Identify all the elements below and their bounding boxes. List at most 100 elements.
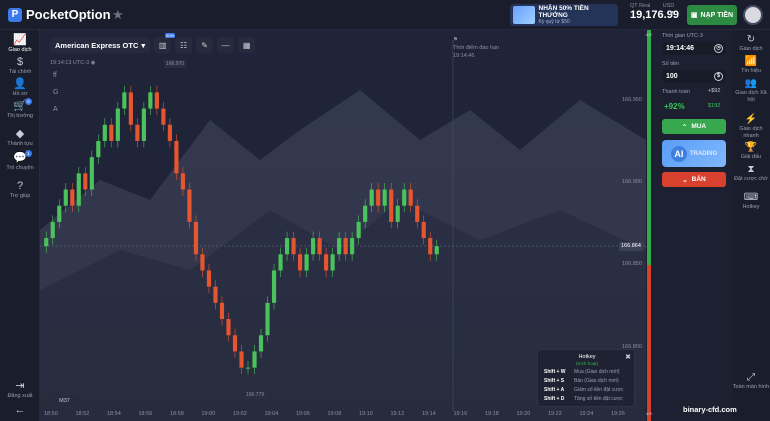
left-sidebar: 📈 Giao dịch $ Tài chính 👤 Hồ sơ 🛒 6 Thị … <box>0 30 40 421</box>
amount-value: 100 <box>666 73 678 80</box>
side-tool-g[interactable]: G <box>53 89 58 106</box>
hotkey-subtitle: (Kích hoạt) <box>575 361 598 366</box>
payout-delta: +$92 <box>708 88 721 94</box>
candle-body <box>369 189 374 206</box>
chart-type-button[interactable]: ▥ 50% <box>154 33 176 53</box>
time-tick: 19:12 <box>390 411 405 417</box>
candle-body <box>337 238 342 255</box>
candle-body <box>167 124 172 141</box>
help-icon: ? <box>16 180 24 192</box>
rnav-item-fast[interactable]: ⚡ Giao dịch nhanh <box>732 114 770 139</box>
social-icon: 👥 <box>744 78 758 89</box>
user-icon: 👤 <box>13 78 27 90</box>
nav-item-achievements[interactable]: ◆ Thành tựu <box>0 128 40 147</box>
nav-label: Đăng xuất <box>7 393 33 399</box>
time-tick: 19:00 <box>201 411 216 417</box>
amount-label: Số tiền <box>662 61 680 67</box>
candle-body <box>76 173 81 206</box>
ai-trading-button[interactable]: AI TRADING <box>662 140 726 167</box>
candle-body <box>44 238 49 247</box>
nav-label: Thị trường <box>7 113 33 119</box>
deposit-button[interactable]: ▣ NẠP TIỀN <box>687 5 737 25</box>
drawing-button[interactable]: ✎ <box>196 37 214 53</box>
candle-body <box>141 108 146 141</box>
candle-body <box>193 221 199 255</box>
candle-body <box>63 189 68 206</box>
candle-body <box>239 351 244 368</box>
chart-area[interactable]: American Express OTC ▾ ▥ 50% ☷ ✎ — ▦ 19:… <box>40 30 646 421</box>
time-tick: 19:04 <box>264 411 279 417</box>
nav-label: Thành tựu <box>7 141 33 147</box>
rnav-item-social[interactable]: 👥 Giao dịch Xã hội <box>732 78 770 103</box>
promo-banner[interactable]: NHẬN 50% TIỀN THƯỞNG Kỳ quỹ từ $50 <box>510 4 618 26</box>
hotkey-key: Shift + W <box>544 369 566 375</box>
candle-body <box>102 124 107 141</box>
arrow-down-icon: ⌄ <box>682 176 688 184</box>
rnav-label: Giải đấu <box>740 154 762 160</box>
close-icon[interactable]: ✖ <box>625 353 631 361</box>
logo-icon: P <box>8 7 22 22</box>
favorite-star-icon[interactable]: ★ <box>112 7 124 23</box>
time-tick: 19:10 <box>359 411 373 417</box>
amount-input[interactable]: 100 $ <box>662 70 726 83</box>
time-label: Thời gian UTC-3 <box>662 33 703 39</box>
asset-select[interactable]: American Express OTC ▾ <box>50 37 151 53</box>
nav-item-profile[interactable]: 👤 Hồ sơ <box>0 78 40 97</box>
timeframe-select[interactable]: M37 <box>52 396 77 406</box>
candle-body <box>213 286 218 303</box>
ai-label: AI <box>670 145 687 162</box>
hotkey-panel: Hotkey (Kích hoạt) ✖ Shift + W Mua (Giao … <box>537 349 635 407</box>
nav-item-help[interactable]: ? Trợ giúp <box>0 180 40 199</box>
candle-body <box>232 335 238 352</box>
dollar-icon: $ <box>714 72 723 81</box>
sell-button[interactable]: ⌄ BÁN <box>662 172 726 187</box>
candle-body <box>206 270 212 287</box>
fast-icon: ⚡ <box>744 114 758 125</box>
grid-icon: ▦ <box>242 40 251 50</box>
side-tool-a[interactable]: A <box>53 106 58 123</box>
promo-image-icon <box>513 6 535 24</box>
time-input[interactable]: 19:14:46 ◷ <box>662 42 726 55</box>
candle-body <box>330 254 335 271</box>
logout-button[interactable]: ⇥ Đăng xuất <box>0 380 40 399</box>
rnav-item-signals[interactable]: 📶 Tín hiệu <box>732 56 770 75</box>
sliders-icon: ☷ <box>180 40 188 50</box>
chevron-down-icon: ▾ <box>141 40 146 50</box>
layout-button[interactable]: ▦ <box>238 37 256 53</box>
nav-item-trade[interactable]: 📈 Giao dịch <box>0 34 40 53</box>
rnav-label: Tín hiệu <box>741 68 761 74</box>
rnav-item-tournaments[interactable]: 🏆 Giải đấu <box>732 142 770 161</box>
candle-body <box>180 173 186 190</box>
candle-body <box>135 124 140 141</box>
flag-icon: ⚑ <box>453 37 458 43</box>
chat-badge: 1 <box>25 150 32 157</box>
nav-item-finance[interactable]: $ Tài chính <box>0 56 40 75</box>
rnav-item-trades[interactable]: ↻ Giao dịch <box>732 34 770 53</box>
line-button[interactable]: — <box>217 37 235 53</box>
eye-icon[interactable]: ◉ <box>91 60 96 66</box>
rnav-item-pending[interactable]: ⧗ Đặt cược chờ <box>732 164 770 183</box>
candle-body <box>408 189 413 206</box>
history-icon: ↻ <box>746 34 756 45</box>
time-tick: 19:20 <box>516 411 531 417</box>
rnav-item-hotkey[interactable]: ⌨ Hotkey <box>732 192 770 211</box>
trade-panel: Thời gian UTC-3 19:14:46 ◷ Số tiền 100 $… <box>652 30 732 421</box>
candle-body <box>389 189 394 222</box>
hourglass-icon: ⧗ <box>747 164 755 175</box>
collapse-button[interactable]: ← <box>0 404 40 416</box>
chart-line-icon: 📈 <box>13 34 27 46</box>
nav-item-chat[interactable]: 💬 1 Trò chuyện <box>0 150 40 171</box>
candle-body <box>304 254 309 271</box>
side-tool-ff[interactable]: ff <box>53 72 58 89</box>
buy-button[interactable]: ⌃ MUA <box>662 119 726 134</box>
fullscreen-button[interactable]: ⤢ Toàn màn hình <box>732 372 770 391</box>
candle-body <box>252 351 257 368</box>
keyboard-icon: ⌨ <box>743 192 759 203</box>
candle-body <box>284 238 290 255</box>
candle-body <box>343 238 348 255</box>
avatar[interactable] <box>743 5 763 25</box>
logo[interactable]: P PocketOption <box>8 7 111 22</box>
chevron-down-icon[interactable]: ▼ <box>668 10 675 17</box>
indicators-button[interactable]: ☷ <box>175 37 193 53</box>
nav-item-market[interactable]: 🛒 6 Thị trường <box>0 98 40 119</box>
